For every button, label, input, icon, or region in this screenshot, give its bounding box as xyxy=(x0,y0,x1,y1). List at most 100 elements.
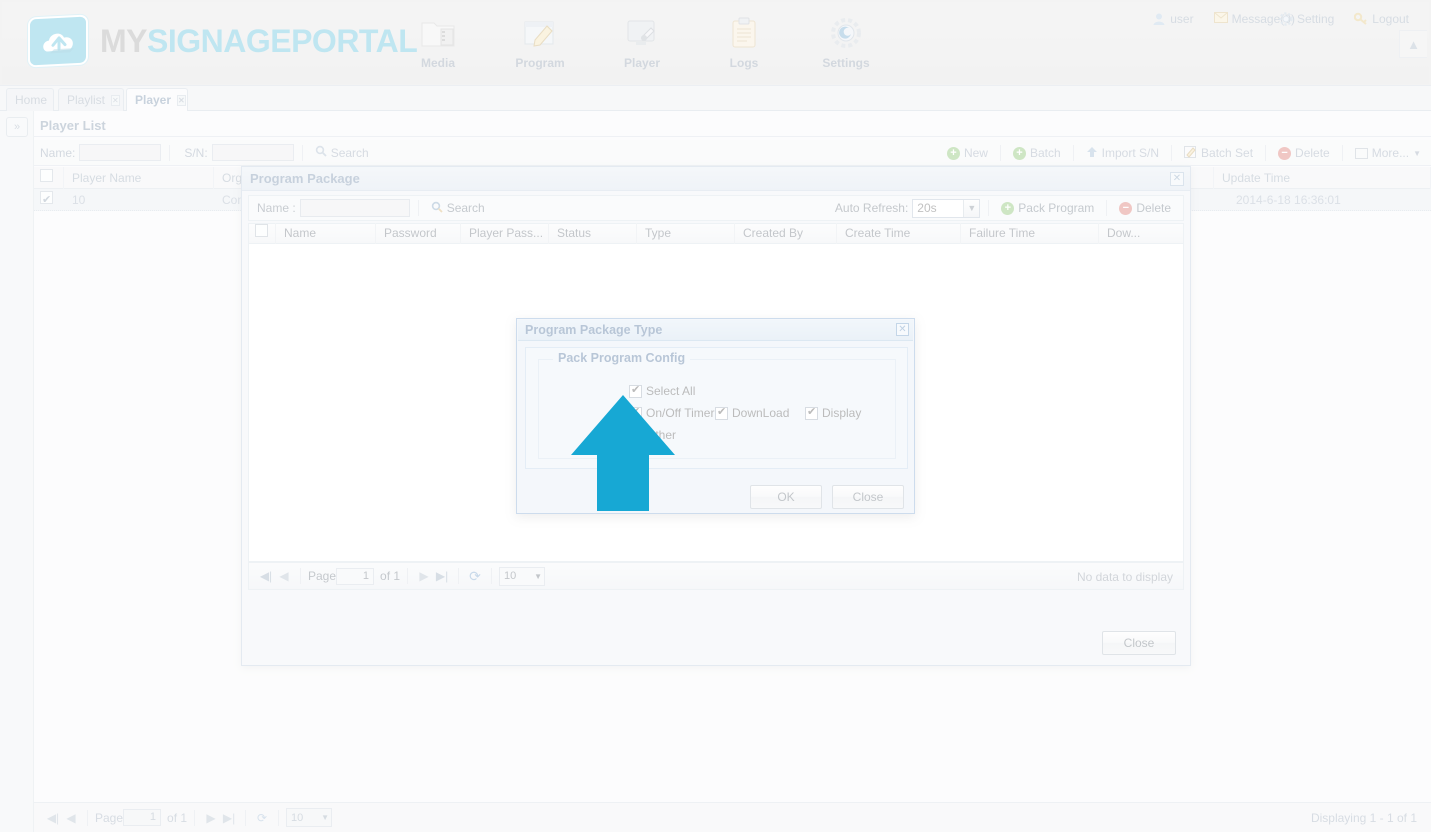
checkbox-select-all[interactable]: Select All xyxy=(629,383,695,398)
tab-close-icon[interactable]: ✕ xyxy=(177,94,186,106)
page-number-input[interactable]: 1 xyxy=(123,809,162,826)
pp-column-name[interactable]: Name xyxy=(276,223,376,244)
auto-refresh-select[interactable]: 20s ▼ xyxy=(912,198,981,218)
user-menu-item-setting[interactable]: Setting xyxy=(1269,12,1344,26)
pp-name-input[interactable] xyxy=(299,199,410,217)
tab-player[interactable]: Player ✕ xyxy=(126,88,188,111)
tab-playlist[interactable]: Playlist ✕ xyxy=(58,88,124,111)
checkbox[interactable] xyxy=(629,405,642,420)
column-header-player-name[interactable]: Player Name xyxy=(64,166,214,189)
checkbox[interactable] xyxy=(715,405,728,420)
nav-item-media[interactable]: Media xyxy=(402,14,474,70)
sn-input[interactable] xyxy=(211,144,294,161)
pp-delete-button[interactable]: − Delete xyxy=(1115,201,1175,215)
checkbox[interactable] xyxy=(255,224,268,237)
pp-column-failure-time[interactable]: Failure Time xyxy=(961,223,1099,244)
next-page-icon[interactable]: ▶ xyxy=(415,569,433,583)
double-chevron-right-icon[interactable]: » xyxy=(6,117,28,137)
checkbox[interactable] xyxy=(40,168,53,182)
import-sn-button[interactable]: Import S/N xyxy=(1082,146,1163,161)
nav-label-media: Media xyxy=(420,56,455,70)
pp-column-download[interactable]: Dow... xyxy=(1099,223,1183,244)
next-page-icon[interactable]: ▶ xyxy=(202,811,220,825)
pp-column-status[interactable]: Status xyxy=(549,223,637,244)
checkbox-display[interactable]: Display xyxy=(805,405,861,420)
gear-icon xyxy=(1279,12,1293,26)
chevron-down-icon: ▼ xyxy=(321,813,330,822)
refresh-icon[interactable]: ⟳ xyxy=(466,568,484,585)
chevron-up-icon[interactable]: ▲ xyxy=(1399,30,1427,58)
import-sn-label: Import S/N xyxy=(1101,146,1160,160)
app-root: MYSIGNAGEPORTAL Media Program Player Log… xyxy=(0,0,1431,832)
tab-home[interactable]: Home xyxy=(6,88,54,111)
checkbox-other[interactable]: Other xyxy=(629,427,676,442)
page-size-select[interactable]: 10 ▼ xyxy=(286,808,333,827)
nav-item-player[interactable]: Player xyxy=(606,14,678,70)
row-checkbox-cell[interactable] xyxy=(34,189,64,211)
batch-set-button[interactable]: Batch Set xyxy=(1180,145,1257,161)
first-page-icon[interactable]: ◀| xyxy=(257,569,275,583)
close-x-icon[interactable]: ✕ xyxy=(896,323,909,336)
logo-word-my: MY xyxy=(100,22,148,59)
pp-select-all-header-checkbox[interactable] xyxy=(249,223,276,244)
delete-button[interactable]: − Delete xyxy=(1274,146,1334,160)
checkbox[interactable] xyxy=(805,405,818,420)
pp-column-type[interactable]: Type xyxy=(637,223,735,244)
program-package-grid-footer: ◀| ◀ Page 1 of 1 ▶ ▶| ⟳ 10 ▼ No data to … xyxy=(248,562,1184,590)
checkbox-on-off-timer[interactable]: On/Off Timer xyxy=(629,405,714,420)
ok-button[interactable]: OK xyxy=(750,485,822,509)
pp-column-password[interactable]: Password xyxy=(376,223,461,244)
pack-program-button[interactable]: + Pack Program xyxy=(997,201,1098,215)
divider xyxy=(1265,145,1267,161)
divider xyxy=(417,200,419,216)
user-menu-label-setting: Setting xyxy=(1296,12,1335,26)
pp-no-data-label: No data to display xyxy=(1076,570,1173,584)
nav-item-settings[interactable]: Settings xyxy=(810,14,882,70)
user-icon xyxy=(1152,12,1166,26)
package-type-close-button[interactable]: Close xyxy=(832,485,904,509)
divider xyxy=(1072,145,1074,161)
refresh-icon[interactable]: ⟳ xyxy=(253,811,271,825)
new-button[interactable]: + New xyxy=(943,146,992,160)
divider xyxy=(988,200,990,216)
pp-column-create-time[interactable]: Create Time xyxy=(837,223,961,244)
envelope-icon xyxy=(1213,12,1228,26)
search-label: Search xyxy=(330,145,369,160)
chevron-down-icon: ▼ xyxy=(1413,148,1421,158)
pp-column-player-password[interactable]: Player Pass... xyxy=(461,223,549,244)
checkbox[interactable] xyxy=(629,383,642,398)
last-page-icon[interactable]: ▶| xyxy=(433,569,451,583)
last-page-icon[interactable]: ▶| xyxy=(220,811,238,825)
nav-item-logs[interactable]: Logs xyxy=(708,14,780,70)
close-x-icon[interactable]: ✕ xyxy=(1170,172,1184,186)
prev-page-icon[interactable]: ◀ xyxy=(62,811,80,825)
program-package-grid-header: Name Password Player Pass... Status Type… xyxy=(248,223,1184,244)
tab-close-icon[interactable]: ✕ xyxy=(111,94,120,106)
program-package-close-button[interactable]: Close xyxy=(1102,631,1176,655)
more-button[interactable]: More... ▼ xyxy=(1351,146,1425,160)
player-list-status: Displaying 1 - 1 of 1 xyxy=(1310,810,1417,825)
column-header-update-time[interactable]: Update Time xyxy=(1214,166,1431,189)
nav-item-program[interactable]: Program xyxy=(504,14,576,70)
pp-column-created-by[interactable]: Created By xyxy=(735,223,837,244)
checkbox-download[interactable]: DownLoad xyxy=(715,405,789,420)
player-list-footer: ◀| ◀ Page 1 of 1 ▶ ▶| ⟳ 10 ▼ Displaying … xyxy=(34,802,1431,832)
search-button[interactable]: Search xyxy=(311,145,373,160)
divider xyxy=(169,144,171,161)
checkbox[interactable] xyxy=(629,427,642,442)
app-logo[interactable]: MYSIGNAGEPORTAL xyxy=(28,14,418,68)
pp-page-number-input[interactable]: 1 xyxy=(336,567,375,585)
user-menu-item-user[interactable]: user xyxy=(1142,12,1203,26)
checkbox[interactable] xyxy=(40,189,53,211)
pack-program-config-fieldset: Pack Program Config Select All On/Off Ti… xyxy=(538,351,896,459)
batch-button[interactable]: + Batch xyxy=(1009,146,1065,160)
pp-search-button[interactable]: Search xyxy=(427,201,489,216)
name-input[interactable] xyxy=(79,144,162,161)
pp-page-size-select[interactable]: 10 ▼ xyxy=(499,566,546,586)
program-package-type-title-label: Program Package Type xyxy=(525,323,663,337)
prev-page-icon[interactable]: ◀ xyxy=(275,569,293,583)
user-menu-item-logout[interactable]: Logout xyxy=(1344,12,1419,26)
select-all-header-checkbox[interactable] xyxy=(34,166,64,189)
first-page-icon[interactable]: ◀| xyxy=(44,811,62,825)
magnifier-icon xyxy=(431,201,443,216)
